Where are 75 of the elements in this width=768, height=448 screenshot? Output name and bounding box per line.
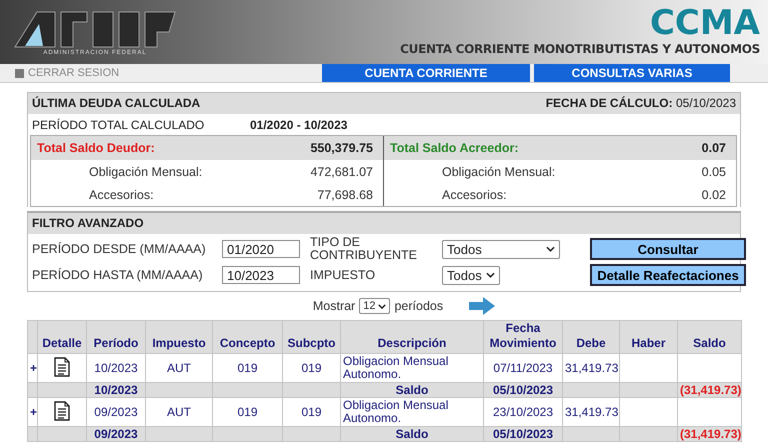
column-header: Haber [620, 320, 678, 354]
amount-label: Accesorios: [89, 188, 154, 202]
amount-value: 77,698.68 [317, 188, 373, 202]
field-label: PERÍODO HASTA (MM/AAAA) [32, 268, 204, 282]
column-header: Descripción [340, 320, 484, 354]
amount-label: Obligación Mensual: [89, 165, 202, 179]
total-value: 0.07 [702, 141, 726, 155]
nav-tab[interactable]: CUENTA CORRIENTE [322, 64, 530, 82]
caret-icon [546, 246, 555, 252]
section-header: FILTRO AVANZADO [28, 213, 740, 234]
table-cell: 31,419.73 [562, 354, 620, 382]
amount-value: 0.02 [702, 188, 726, 202]
table-cell: Saldo [340, 426, 484, 442]
dropdown[interactable]: Todos [442, 266, 500, 284]
column-header: Detalle [38, 320, 86, 354]
input-field[interactable]: 10/2023 [222, 266, 300, 284]
calc-date-value: 05/10/2023 [676, 96, 736, 110]
logo-icon [13, 10, 177, 48]
next-arrow-icon[interactable] [469, 297, 496, 315]
table-cell: (31,419.73) [678, 426, 742, 442]
amount-value: 472,681.07 [310, 165, 373, 179]
periods-label: períodos [394, 299, 444, 313]
table-cell: Saldo [340, 382, 484, 398]
table-cell: 05/10/2023 [484, 426, 562, 442]
column-header: Saldo [678, 320, 742, 354]
table-cell: 09/2023 [86, 426, 146, 442]
action-button[interactable]: Detalle Reafectaciones [590, 264, 746, 286]
table-cell: 019 [282, 354, 340, 382]
table-cell: 019 [212, 354, 282, 382]
table-cell: 23/10/2023 [484, 398, 562, 426]
column-header: Subcpto [282, 320, 340, 354]
table-cell: Obligacion Mensual Autonomo. [340, 398, 484, 426]
period-value: 01/2020 - 10/2023 [250, 118, 348, 132]
table-cell: Obligacion Mensual Autonomo. [340, 354, 484, 382]
nav-tab[interactable]: CONSULTAS VARIAS [534, 64, 730, 82]
total-label: Total Saldo Acreedor: [390, 141, 518, 155]
app-name: CCMA [650, 4, 760, 42]
page-size-dropdown[interactable]: 12 [359, 298, 390, 314]
caret-icon [486, 272, 495, 278]
amount-label: Accesorios: [442, 188, 507, 202]
table-cell: 10/2023 [86, 382, 146, 398]
app-subtitle: CUENTA CORRIENTE MONOTRIBUTISTAS Y AUTONOMOS [400, 42, 760, 56]
section-title: ÚLTIMA DEUDA CALCULADA [32, 96, 200, 111]
dropdown[interactable]: Todos [442, 240, 560, 258]
total-label: Total Saldo Deudor: [37, 141, 155, 155]
action-button[interactable]: Consultar [590, 238, 746, 260]
total-value: 550,379.75 [310, 141, 373, 155]
table-cell: 10/2023 [86, 354, 146, 382]
table-cell: 07/11/2023 [484, 354, 562, 382]
period-label: PERÍODO TOTAL CALCULADO [32, 118, 206, 132]
select-label: IMPUESTO [309, 268, 376, 282]
table-cell: 05/10/2023 [484, 382, 562, 398]
column-header: Impuesto [146, 320, 212, 354]
column-header: Período [86, 320, 146, 354]
field-label: PERÍODO DESDE (MM/AAAA) [32, 242, 207, 256]
caret-icon [378, 304, 386, 308]
show-label: Mostrar [312, 299, 356, 313]
table-cell: 019 [282, 398, 340, 426]
table-cell: 09/2023 [86, 398, 146, 426]
table-cell: AUT [146, 398, 212, 426]
input-field[interactable]: 01/2020 [222, 240, 300, 258]
column-header: Fecha Movimiento [484, 320, 562, 354]
column-header: Debe [562, 320, 620, 354]
table-cell: 019 [212, 398, 282, 426]
table-cell: AUT [146, 354, 212, 382]
table-cell: 31,419.73 [562, 398, 620, 426]
document-icon[interactable] [54, 400, 70, 420]
logout-icon [15, 68, 24, 78]
calc-date-label: FECHA DE CÁLCULO: [546, 96, 673, 110]
table-cell: (31,419.73) [678, 382, 742, 398]
document-icon[interactable] [54, 356, 70, 376]
select-label: TIPO DE CONTRIBUYENTE [309, 236, 418, 262]
amount-value: 0.05 [702, 165, 726, 179]
amount-label: Obligación Mensual: [442, 165, 556, 179]
column-header: Concepto [212, 320, 282, 354]
